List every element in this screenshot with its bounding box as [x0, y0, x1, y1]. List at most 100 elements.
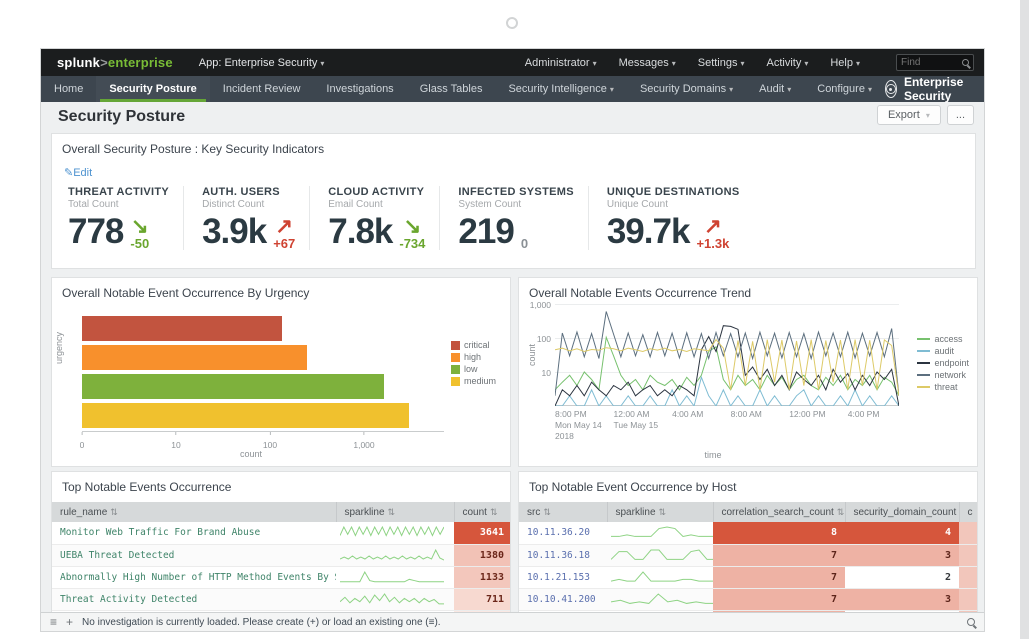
col-rule-name[interactable]: rule_name⇅ — [52, 502, 336, 522]
menu-activity[interactable]: Activity▾ — [767, 57, 809, 69]
count-cell[interactable]: 3641 — [454, 522, 511, 544]
security-domain-count-cell[interactable]: 4 — [845, 522, 959, 544]
bar-critical[interactable] — [82, 316, 282, 341]
trend-y-axis-label: count — [527, 344, 537, 366]
zoom-search-icon[interactable] — [967, 618, 975, 626]
nav-security-domains[interactable]: Security Domains▾ — [627, 76, 746, 102]
rule-name-cell[interactable]: UEBA Threat Detected — [52, 544, 336, 566]
correlation-count-cell[interactable]: 8 — [713, 522, 845, 544]
line-network[interactable] — [555, 312, 899, 396]
legend-high[interactable]: high — [451, 352, 496, 362]
urgency-bar-plot — [82, 314, 444, 432]
nav-home[interactable]: Home — [41, 76, 96, 102]
add-investigation-icon[interactable]: + — [66, 616, 73, 628]
nav-configure[interactable]: Configure▾ — [804, 76, 885, 102]
correlation-count-cell[interactable]: 7 — [713, 566, 845, 588]
line-audit[interactable] — [555, 377, 899, 406]
sparkline — [340, 548, 450, 563]
nav-incident-review[interactable]: Incident Review — [210, 76, 314, 102]
page-title: Security Posture — [58, 108, 185, 126]
kpi-value: 778 — [68, 214, 123, 250]
chevron-down-icon: ▾ — [856, 59, 860, 68]
legend-critical[interactable]: critical — [451, 340, 496, 350]
bar-low[interactable] — [82, 374, 384, 399]
security-domain-count-cell[interactable]: 3 — [845, 544, 959, 566]
kpi-unique-destinations[interactable]: UNIQUE DESTINATIONS Unique Count 39.7k ↗… — [588, 186, 754, 250]
col-correlation-search-count[interactable]: correlation_search_count⇅ — [713, 502, 845, 522]
nav-security-posture[interactable]: Security Posture — [96, 76, 209, 102]
chevron-down-icon: ▾ — [320, 59, 324, 68]
legend-audit[interactable]: audit — [917, 346, 969, 356]
find-search-box[interactable] — [896, 54, 974, 71]
x-tick: 12:00 PM — [789, 409, 825, 420]
src-cell[interactable]: 10.11.36.20 — [519, 522, 607, 544]
nav-security-intelligence[interactable]: Security Intelligence▾ — [495, 76, 626, 102]
edit-link[interactable]: ✎Edit — [64, 166, 92, 179]
rule-name-cell[interactable]: Threat Activity Detected — [52, 588, 336, 610]
device-edge — [1020, 0, 1029, 639]
urgency-x-axis-label: count — [52, 449, 450, 459]
legend-threat[interactable]: threat — [917, 382, 969, 392]
trend-chart-panel: Overall Notable Events Occurrence Trend … — [518, 277, 978, 467]
count-cell[interactable]: 1133 — [454, 566, 511, 588]
table-row: Threat Activity Detected 711 — [52, 588, 511, 610]
trend-down-icon: ↘ — [131, 216, 149, 237]
kpi-cloud-activity[interactable]: CLOUD ACTIVITY Email Count 7.8k ↘-734 — [309, 186, 439, 250]
col-security-domain-count[interactable]: security_domain_count⇅ — [845, 502, 959, 522]
kpi-auth-users[interactable]: AUTH. USERS Distinct Count 3.9k ↗+67 — [183, 186, 309, 250]
splunk-logo[interactable]: splunk>enterprise — [57, 55, 173, 70]
chevron-down-icon: ▾ — [804, 59, 808, 68]
export-button[interactable]: Export ▾ — [877, 105, 941, 125]
security-domain-count-cell[interactable]: 2 — [845, 566, 959, 588]
src-cell[interactable]: 10.1.21.153 — [519, 566, 607, 588]
security-domain-count-cell[interactable]: 3 — [845, 588, 959, 610]
search-icon[interactable] — [962, 59, 969, 66]
urgency-bar-xaxis: 0101001,000 — [82, 432, 444, 448]
count-cell[interactable]: 1380 — [454, 544, 511, 566]
menu-help[interactable]: Help▾ — [830, 57, 860, 69]
menu-messages[interactable]: Messages▾ — [619, 57, 676, 69]
legend-network[interactable]: network — [917, 370, 969, 380]
bar-high[interactable] — [82, 345, 307, 370]
legend-medium[interactable]: medium — [451, 376, 496, 386]
legend-access[interactable]: access — [917, 334, 969, 344]
find-input[interactable] — [901, 57, 962, 68]
src-cell[interactable]: 10.10.41.200 — [519, 588, 607, 610]
col-src[interactable]: src⇅ — [519, 502, 607, 522]
col-count[interactable]: count⇅ — [454, 502, 511, 522]
rule-name-cell[interactable]: Monitor Web Traffic For Brand Abuse — [52, 522, 336, 544]
sort-icon: ⇅ — [543, 507, 551, 517]
y-tick: 10 — [523, 368, 551, 378]
table-row: 10.1.21.153 7 2 — [519, 566, 977, 588]
count-cell[interactable]: 711 — [454, 588, 511, 610]
src-cell[interactable]: 10.11.36.18 — [519, 544, 607, 566]
chevron-down-icon: ▾ — [593, 59, 597, 68]
correlation-count-cell[interactable]: 7 — [713, 544, 845, 566]
kpi-delta: -50 — [130, 237, 149, 250]
kpi-infected-systems[interactable]: INFECTED SYSTEMS System Count 219 0 — [439, 186, 587, 250]
legend-low[interactable]: low — [451, 364, 496, 374]
col-sparkline[interactable]: sparkline⇅ — [607, 502, 713, 522]
trend-up-icon: ↗ — [275, 216, 293, 237]
correlation-count-cell[interactable]: 7 — [713, 588, 845, 610]
rule-name-cell[interactable]: Abnormally High Number of HTTP Method Ev… — [52, 566, 336, 588]
menu-settings[interactable]: Settings▾ — [698, 57, 745, 69]
chevron-down-icon: ▾ — [787, 85, 791, 94]
investigation-list-icon[interactable]: ≡ — [50, 616, 57, 628]
nav-investigations[interactable]: Investigations — [313, 76, 406, 102]
top-notable-events-table: rule_name⇅ sparkline⇅ count⇅ Monitor Web… — [52, 502, 511, 614]
line-threat[interactable] — [555, 340, 899, 396]
top-notable-by-host-title: Top Notable Event Occurrence by Host — [529, 480, 736, 494]
col-cut-off[interactable]: c — [959, 502, 977, 522]
nav-audit[interactable]: Audit▾ — [746, 76, 804, 102]
table-header-row: rule_name⇅ sparkline⇅ count⇅ — [52, 502, 511, 522]
chevron-down-icon: ▾ — [926, 111, 930, 120]
nav-glass-tables[interactable]: Glass Tables — [407, 76, 496, 102]
bar-medium[interactable] — [82, 403, 409, 428]
kpi-threat-activity[interactable]: THREAT ACTIVITY Total Count 778 ↘-50 — [68, 186, 183, 250]
col-sparkline[interactable]: sparkline⇅ — [336, 502, 454, 522]
legend-endpoint[interactable]: endpoint — [917, 358, 969, 368]
app-menu[interactable]: App: Enterprise Security▾ — [199, 57, 325, 69]
menu-administrator[interactable]: Administrator▾ — [525, 57, 597, 69]
more-actions-button[interactable]: ... — [947, 105, 974, 125]
